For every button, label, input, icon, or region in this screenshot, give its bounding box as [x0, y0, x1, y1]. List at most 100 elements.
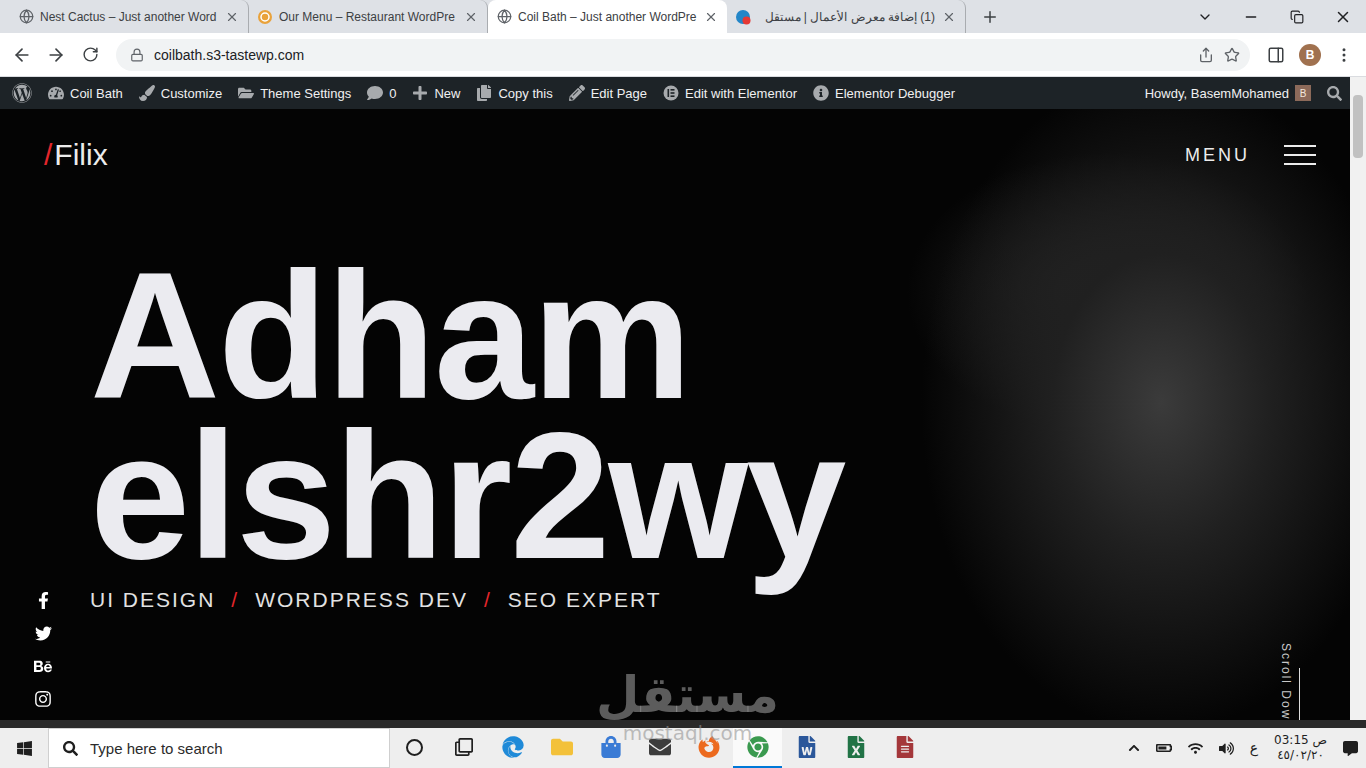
profile-button[interactable]: B [1294, 39, 1326, 71]
screen: Nest Cactus – Just another Word Our Menu … [0, 0, 1366, 768]
admin-bar-item[interactable]: Customize [131, 77, 230, 109]
tab-close[interactable] [224, 9, 240, 25]
admin-bar-label: 0 [389, 86, 396, 101]
facebook-icon [35, 592, 52, 609]
clock[interactable]: 03:15 ص٤٥/٠٢/٢٠ [1266, 733, 1335, 763]
close-icon [1334, 8, 1352, 26]
admin-bar-item[interactable]: Elementor Debugger [805, 77, 963, 109]
taskbar-app[interactable] [831, 728, 880, 768]
close-button[interactable] [1320, 0, 1366, 33]
back-button[interactable] [6, 39, 38, 71]
admin-bar-item[interactable]: 0 [359, 77, 404, 109]
site-logo[interactable]: /Filix [44, 137, 108, 173]
access-icon [894, 736, 916, 758]
tab-strip: Nest Cactus – Just another Word Our Menu … [0, 0, 1366, 33]
wordpress-menu[interactable] [4, 77, 40, 109]
admin-bar-right: Howdy, BasemMohamedB [1137, 77, 1350, 109]
url-text: coilbath.s3-tastewp.com [154, 47, 1188, 63]
admin-search[interactable] [1319, 77, 1350, 109]
minimize-button[interactable] [1228, 0, 1274, 33]
taskbar-app[interactable] [880, 728, 929, 768]
tab-title: Our Menu – Restaurant WordPre [279, 10, 457, 24]
taskbar-app[interactable] [782, 728, 831, 768]
behance-link[interactable] [34, 657, 52, 675]
input-language[interactable]: ع [1242, 728, 1266, 768]
admin-bar-item[interactable]: Theme Settings [230, 77, 359, 109]
system-tray: ع 03:15 ص٤٥/٠٢/٢٠ [1120, 728, 1366, 768]
search-icon [1327, 86, 1342, 101]
twitter-link[interactable] [34, 624, 52, 642]
forward-button[interactable] [40, 39, 72, 71]
hero-text: Adhamelshr2wyUI DESIGN/WORDPRESS DEV/SEO… [90, 173, 1260, 720]
pencil-icon [569, 85, 585, 101]
network[interactable] [1180, 728, 1211, 768]
restore-button[interactable] [1274, 0, 1320, 33]
reload-button[interactable] [74, 39, 106, 71]
hamburger-icon [1284, 145, 1316, 165]
browser-tab[interactable]: Coil Bath – Just another WordPre [488, 0, 727, 33]
taskbar-app[interactable] [586, 728, 635, 768]
account-menu[interactable]: Howdy, BasemMohamedB [1137, 77, 1319, 109]
watermark-name: مستقل [596, 664, 779, 726]
start-button[interactable] [0, 728, 48, 768]
scroll-hint[interactable]: Scroll Dow [1260, 173, 1350, 720]
taskbar-app[interactable] [684, 728, 733, 768]
admin-bar-item[interactable]: Edit Page [561, 77, 655, 109]
taskbar-app[interactable] [635, 728, 684, 768]
taskbar-app[interactable] [733, 728, 782, 768]
facebook-link[interactable] [34, 591, 52, 609]
browser-tab[interactable]: Nest Cactus – Just another Word [10, 0, 249, 33]
admin-bar-label: Edit Page [591, 86, 647, 101]
address-bar[interactable]: coilbath.s3-tastewp.com [116, 39, 1250, 71]
tab-search-button[interactable] [1182, 0, 1228, 33]
scrollbar-thumb[interactable] [1353, 95, 1363, 158]
restaurant-favicon-icon [257, 9, 273, 25]
notifications[interactable] [1335, 728, 1366, 768]
globe-icon [19, 9, 34, 24]
instagram-link[interactable] [34, 690, 52, 708]
firefox-icon [698, 736, 720, 758]
elementor-icon [663, 85, 679, 101]
window-controls [1182, 0, 1366, 33]
admin-bar-item[interactable]: Coil Bath [40, 77, 131, 109]
taskbar-app[interactable] [390, 728, 439, 768]
admin-bar-item[interactable]: Edit with Elementor [655, 77, 805, 109]
taskbar-search[interactable]: Type here to search [48, 728, 390, 768]
menu-toggle[interactable]: MENU [1185, 145, 1316, 166]
heading-line: elshr2wy [90, 416, 1260, 576]
language-label: ع [1250, 740, 1258, 756]
new-tab-button[interactable] [976, 3, 1004, 31]
battery-icon [1156, 740, 1172, 756]
store-icon [600, 736, 622, 758]
minimize-icon [1243, 9, 1259, 25]
browser-tab[interactable]: Our Menu – Restaurant WordPre [249, 0, 488, 33]
scrollbar[interactable] [1350, 77, 1366, 720]
arrow-left-icon [12, 45, 32, 65]
brush-icon [139, 85, 155, 101]
side-panel-button[interactable] [1260, 39, 1292, 71]
taskbar-app[interactable] [488, 728, 537, 768]
chevron-down-icon [1197, 9, 1213, 25]
wordpress-icon [12, 83, 32, 103]
browser-toolbar: coilbath.s3-tastewp.com B [0, 33, 1366, 77]
tab-close[interactable] [703, 9, 719, 25]
battery[interactable] [1148, 728, 1180, 768]
admin-bar: Coil BathCustomizeTheme Settings 0 NewCopy… [0, 77, 1350, 109]
notification-icon [1343, 741, 1358, 756]
admin-bar-item[interactable]: Copy this [468, 77, 560, 109]
side-panel-icon [1267, 46, 1285, 64]
share-icon[interactable] [1198, 47, 1214, 63]
volume[interactable] [1211, 728, 1242, 768]
browser-tab[interactable]: (1) إضافة معرض الأعمال | مستقل [727, 0, 966, 33]
tab-close[interactable] [941, 9, 957, 25]
admin-bar-item[interactable]: New [404, 77, 468, 109]
close-icon [225, 10, 239, 24]
star-icon[interactable] [1224, 47, 1240, 63]
tray-overflow[interactable] [1120, 728, 1148, 768]
taskbar-app[interactable] [537, 728, 586, 768]
tab-close[interactable] [463, 9, 479, 25]
taskbar-app[interactable] [439, 728, 488, 768]
tab-title: (1) إضافة معرض الأعمال | مستقل [757, 10, 935, 24]
browser-menu-button[interactable] [1328, 39, 1360, 71]
excel-icon [845, 736, 867, 758]
